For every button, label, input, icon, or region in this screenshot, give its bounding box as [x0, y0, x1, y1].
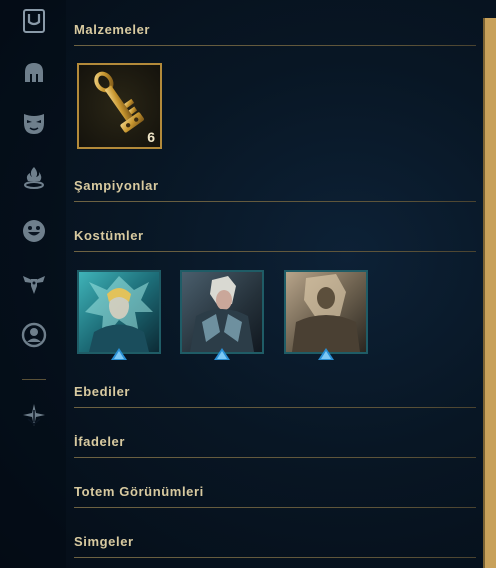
- profile-icon[interactable]: [19, 320, 49, 350]
- item-count: 6: [147, 129, 155, 145]
- emote-icon[interactable]: [19, 216, 49, 246]
- section-champions: Şampiyonlar: [74, 177, 476, 195]
- section-ward-skins: Totem Görünümleri: [74, 483, 476, 501]
- section-title-champions[interactable]: Şampiyonlar: [74, 177, 476, 195]
- section-icons: Simgeler: [74, 533, 476, 551]
- totem-icon[interactable]: [19, 268, 49, 298]
- section-title-icons[interactable]: Simgeler: [74, 533, 476, 551]
- inventory-icon[interactable]: [19, 6, 49, 36]
- sidebar: [0, 0, 66, 568]
- rarity-gem-icon: [318, 348, 334, 360]
- skin-art: [182, 272, 262, 352]
- section-emotes: İfadeler: [74, 433, 476, 451]
- section-divider: [74, 45, 476, 46]
- skin-tile[interactable]: [77, 270, 161, 360]
- skin-tile[interactable]: [284, 270, 368, 360]
- section-title-skins[interactable]: Kostümler: [74, 227, 476, 245]
- section-materials: Malzemeler: [74, 21, 476, 39]
- sidebar-divider: [22, 379, 46, 380]
- section-divider: [74, 507, 476, 508]
- section-eternals: Ebediler: [74, 383, 476, 401]
- champion-helmet-icon[interactable]: [19, 58, 49, 88]
- section-divider: [74, 201, 476, 202]
- ward-icon[interactable]: [19, 162, 49, 192]
- section-skins: Kostümler: [74, 227, 476, 245]
- section-title-eternals[interactable]: Ebediler: [74, 383, 476, 401]
- section-divider: [74, 251, 476, 252]
- scrollbar[interactable]: [483, 18, 496, 568]
- inventory-content: Malzemeler 6 Şampiyonlar Kostümler Ebedi…: [74, 0, 476, 568]
- skin-art: [286, 272, 366, 352]
- rarity-gem-icon: [214, 348, 230, 360]
- section-title-ward-skins[interactable]: Totem Görünümleri: [74, 483, 476, 501]
- rarity-gem-icon: [111, 348, 127, 360]
- mask-icon[interactable]: [19, 108, 49, 138]
- section-title-emotes[interactable]: İfadeler: [74, 433, 476, 451]
- skin-tile[interactable]: [180, 270, 264, 360]
- section-title-materials[interactable]: Malzemeler: [74, 21, 476, 39]
- skin-art: [79, 272, 159, 352]
- section-divider: [74, 557, 476, 558]
- section-divider: [74, 407, 476, 408]
- key-fragment-item[interactable]: 6: [77, 63, 162, 149]
- section-divider: [74, 457, 476, 458]
- tft-icon[interactable]: [19, 400, 49, 430]
